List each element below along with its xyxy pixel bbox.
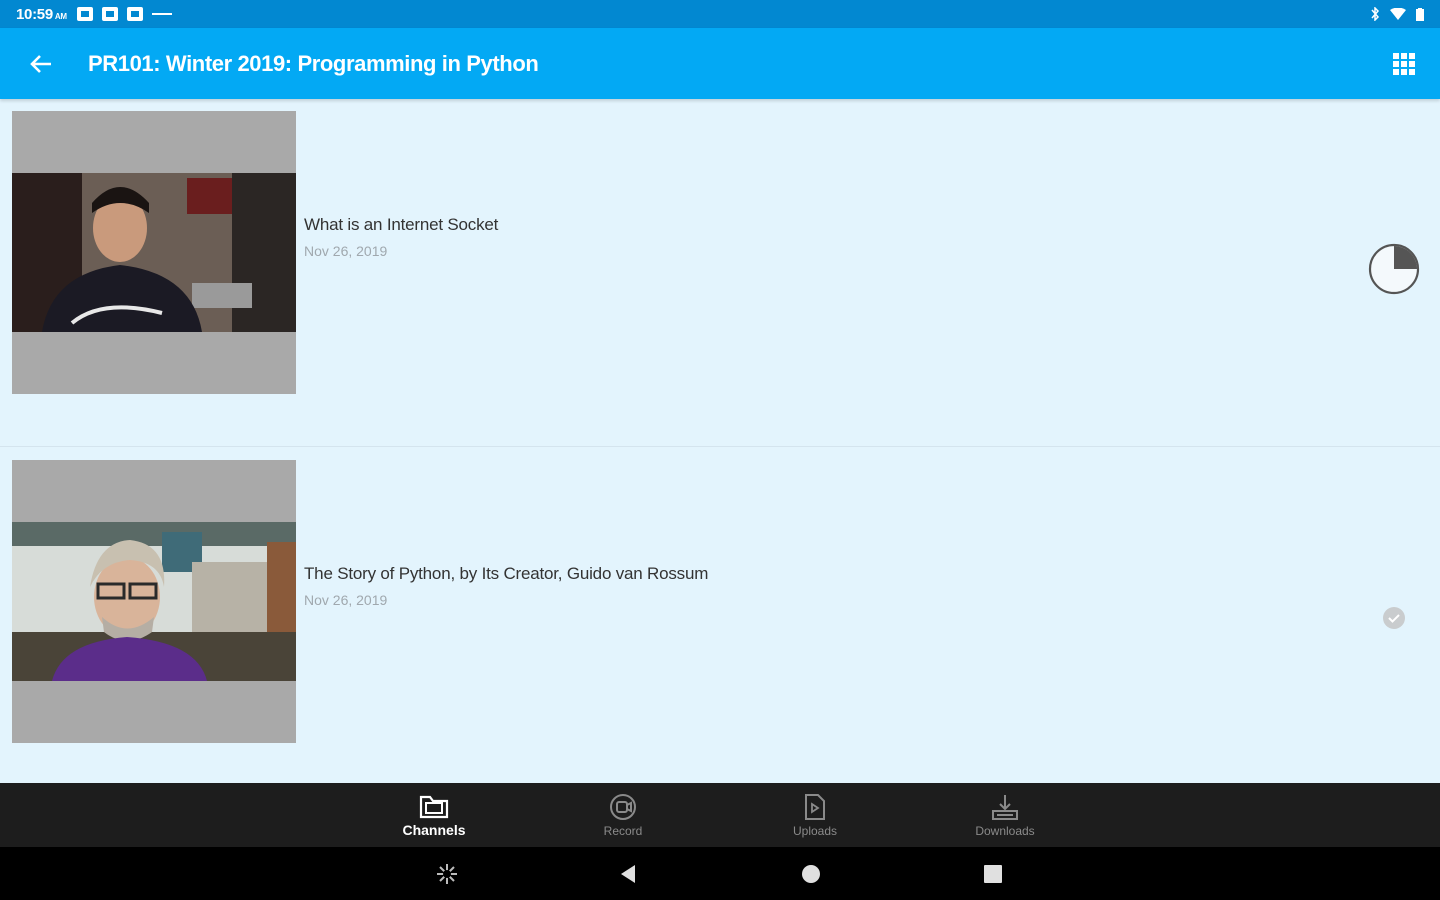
video-row[interactable]: The Story of Python, by Its Creator, Gui… [0, 448, 1440, 796]
video-date: Nov 26, 2019 [304, 592, 388, 608]
bottom-navigation: Channels Record Uploads Downloads [0, 783, 1440, 847]
more-notifications-icon [151, 13, 172, 17]
wifi-icon [1390, 8, 1406, 20]
thumbnail-frame [12, 173, 296, 332]
video-row[interactable]: What is an Internet Socket Nov 26, 2019 [0, 99, 1440, 447]
battery-icon [1416, 7, 1424, 21]
nav-downloads[interactable]: Downloads [950, 783, 1060, 847]
video-thumbnail[interactable] [12, 460, 296, 743]
recents-square-icon [984, 865, 1002, 883]
notification-icon [126, 7, 143, 21]
home-circle-icon [802, 865, 820, 883]
accessibility-button[interactable] [434, 861, 460, 887]
notification-icons [76, 7, 172, 21]
triangle-back-icon [621, 865, 635, 883]
notification-icon [101, 7, 118, 21]
system-status-icons [1370, 7, 1424, 21]
accessibility-icon [437, 864, 457, 884]
video-meta: The Story of Python, by Its Creator, Gui… [304, 564, 708, 608]
download-status-button[interactable] [1368, 592, 1420, 644]
nav-label: Record [603, 823, 643, 838]
channels-icon [419, 795, 449, 818]
status-time: 10:59 AM [16, 5, 67, 23]
video-date: Nov 26, 2019 [304, 243, 388, 259]
uploads-icon [805, 793, 825, 820]
nav-record[interactable]: Record [568, 783, 678, 847]
download-status-button[interactable] [1368, 243, 1420, 295]
video-title: The Story of Python, by Its Creator, Gui… [304, 564, 709, 583]
status-bar: 10:59 AM [0, 0, 1440, 28]
system-recents-button[interactable] [980, 861, 1006, 887]
page-title: PR101: Winter 2019: Programming in Pytho… [88, 50, 539, 76]
nav-label: Uploads [792, 823, 838, 838]
app-bar: PR101: Winter 2019: Programming in Pytho… [0, 28, 1440, 99]
bluetooth-icon [1371, 7, 1380, 21]
video-still-image [12, 522, 296, 681]
system-home-button[interactable] [798, 861, 824, 887]
downloads-icon [992, 794, 1018, 820]
video-meta: What is an Internet Socket Nov 26, 2019 [304, 215, 498, 259]
record-icon [610, 793, 636, 820]
back-button[interactable] [19, 42, 63, 86]
video-thumbnail[interactable] [12, 111, 296, 394]
video-list: What is an Internet Socket Nov 26, 2019 [0, 99, 1440, 783]
arrow-back-icon [30, 54, 51, 73]
nav-channels[interactable]: Channels [379, 783, 489, 847]
check-circle-icon [1383, 607, 1405, 629]
video-still-image [12, 173, 296, 332]
apps-menu-button[interactable] [1388, 48, 1420, 80]
progress-pie-icon [1368, 243, 1420, 295]
nav-label: Channels [402, 821, 466, 838]
system-back-button[interactable] [615, 861, 641, 887]
nav-label: Downloads [975, 823, 1035, 838]
notification-icon [76, 7, 93, 21]
thumbnail-frame [12, 522, 296, 681]
nav-uploads[interactable]: Uploads [760, 783, 870, 847]
video-title: What is an Internet Socket [304, 215, 499, 234]
apps-grid-icon [1393, 52, 1415, 75]
system-navigation-bar [0, 847, 1440, 900]
